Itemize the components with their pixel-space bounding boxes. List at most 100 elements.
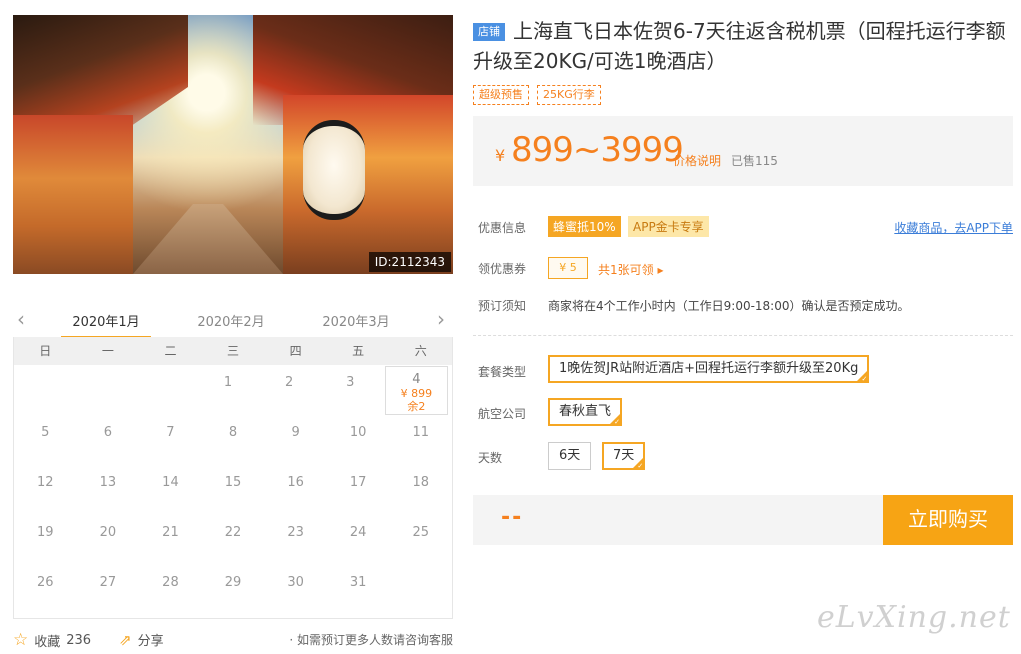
calendar-day: 29: [224, 575, 242, 590]
favorite-app-link[interactable]: 收藏商品，去APP下单: [894, 219, 1013, 236]
calendar-day: 11: [412, 425, 430, 440]
star-icon: ☆: [13, 630, 29, 650]
package-label: 套餐类型: [478, 365, 527, 379]
coupon-claim-link[interactable]: 共1张可领 ▸: [598, 261, 663, 278]
calendar-day: 10: [349, 425, 367, 440]
favorite-count: 236: [66, 632, 92, 648]
calendar-weekday-header: 日 一 二 三 四 五 六: [14, 337, 452, 365]
weekday-label: 二: [164, 344, 177, 358]
calendar-day: 15: [224, 475, 242, 490]
calendar-day: 21: [162, 525, 179, 540]
tab-month-3[interactable]: 2020年3月: [311, 311, 401, 330]
sold-count: 已售115: [731, 154, 778, 168]
promo-honey-badge: 蜂蜜抵10%: [548, 216, 621, 237]
calendar-day: 7: [166, 425, 175, 440]
calendar-day: 14: [162, 475, 179, 490]
calendar-week: 12 13 14 15 16 17 18: [14, 465, 452, 515]
package-option[interactable]: 1晚佐贺JR站附近酒店+回程托运行李额升级至20Kg: [548, 355, 870, 383]
photo-lantern: [303, 120, 365, 220]
calendar-day: 1: [223, 375, 233, 390]
left-footer: ☆ 收藏 236 ⇗ 分享 · 如需预订更多人数请咨询客服: [13, 630, 453, 650]
days-label: 天数: [478, 451, 503, 465]
promo-label: 优惠信息: [478, 221, 527, 235]
calendar-day: 17: [349, 475, 367, 490]
promo-app-badge: APP金卡专享: [628, 216, 709, 237]
photo-stall-left: [13, 115, 133, 274]
calendar-day: 31: [349, 575, 367, 590]
chevron-left-icon[interactable]: ‹: [17, 309, 25, 329]
calendar-day: 6: [103, 425, 112, 440]
currency-symbol: ¥: [495, 146, 506, 165]
calendar-week: 5 6 7 8 9 10 11: [14, 415, 452, 465]
calendar-day: [136, 365, 197, 415]
calendar-grid: 日 一 二 三 四 五 六 1 2 3 4 ¥ 899 余2 5 6 7 8 9…: [13, 337, 453, 619]
notice-text: 商家将在4个工作小时内（工作日9:00-18:00）确认是否预定成功。: [548, 299, 910, 313]
price-panel: ¥ 899~3999 价格说明 已售115: [473, 116, 1013, 186]
favorite-label: 收藏: [34, 634, 61, 650]
calendar-day: 25: [412, 525, 430, 540]
chevron-right-icon[interactable]: ›: [437, 309, 445, 329]
weekday-label: 五: [352, 344, 365, 358]
calendar-day: 18: [412, 475, 430, 490]
calendar-day: 19: [37, 525, 54, 540]
product-tags: 超级预售 25KG行李: [473, 85, 601, 105]
calendar-week: 19 20 21 22 23 24 25: [14, 515, 452, 565]
calendar-week: 1 2 3 4 ¥ 899 余2: [14, 365, 452, 415]
calendar-day: [14, 365, 75, 415]
calendar-day: 28: [162, 575, 179, 590]
calendar-day: 24: [349, 525, 367, 540]
share-icon: ⇗: [119, 630, 132, 649]
airline-option[interactable]: 春秋直飞: [548, 398, 623, 426]
calendar-day: 8: [228, 425, 238, 440]
calendar-day: 26: [37, 575, 54, 590]
calendar-day-remaining: 余2: [407, 400, 426, 413]
share-label: 分享: [137, 634, 164, 649]
calendar-day-available[interactable]: 4 ¥ 899 余2: [384, 366, 448, 415]
price-explain-link[interactable]: 价格说明: [673, 152, 721, 169]
service-note: · 如需预订更多人数请咨询客服: [289, 633, 453, 647]
weekday-label: 日: [39, 344, 52, 358]
days-option-6[interactable]: 6天: [548, 442, 592, 470]
airline-label: 航空公司: [478, 407, 527, 421]
notice-label: 预订须知: [478, 299, 527, 313]
photo-path: [133, 204, 283, 274]
weekday-label: 四: [289, 344, 302, 358]
tab-month-1[interactable]: 2020年1月: [61, 311, 151, 339]
product-title-text: 上海直飞日本佐贺6-7天往返含税机票（回程托运行李额升级至20KG/可选1晚酒店…: [473, 19, 1006, 73]
weekday-label: 一: [101, 344, 114, 358]
calendar-day: [389, 565, 452, 615]
weekday-label: 六: [414, 344, 427, 358]
calendar-day: 5: [41, 425, 50, 440]
product-photo: ID:2112343: [13, 15, 453, 274]
days-option-7[interactable]: 7天: [602, 442, 646, 470]
coupon-label: 领优惠券: [478, 262, 527, 276]
calendar-week: 26 27 28 29 30 31: [14, 565, 452, 615]
calendar-day: 12: [37, 475, 54, 490]
weekday-label: 三: [227, 344, 240, 358]
favorite-button[interactable]: ☆ 收藏 236: [13, 630, 91, 650]
calendar-day: 16: [287, 475, 304, 490]
tab-month-2[interactable]: 2020年2月: [186, 311, 276, 330]
calendar-day: 27: [99, 575, 117, 590]
tag-luggage: 25KG行李: [537, 85, 601, 105]
calendar-day: 3: [346, 375, 355, 390]
coupon-ticket[interactable]: ¥ 5: [548, 257, 588, 279]
shop-badge[interactable]: 店铺: [473, 23, 505, 41]
tag-presale: 超级预售: [473, 85, 529, 105]
total-price: --: [501, 505, 524, 530]
buy-now-button[interactable]: 立即购买: [883, 495, 1013, 545]
share-button[interactable]: ⇗ 分享: [119, 630, 164, 650]
calendar-day: 30: [287, 575, 304, 590]
calendar-day: 2: [284, 375, 294, 390]
calendar-day: 22: [224, 525, 242, 540]
calendar-month-nav: ‹ 2020年1月 2020年2月 2020年3月 ›: [13, 305, 453, 339]
product-title: 店铺 上海直飞日本佐贺6-7天往返含税机票（回程托运行李额升级至20KG/可选1晚…: [473, 16, 1013, 76]
calendar-day: 9: [291, 425, 300, 440]
price-range: 899~3999: [511, 130, 684, 170]
calendar-day: [75, 365, 136, 415]
calendar-day: 20: [99, 525, 117, 540]
watermark: eLvXing.net: [817, 600, 1011, 635]
image-id-tag: ID:2112343: [368, 252, 451, 272]
calendar-day: 13: [99, 475, 117, 490]
calendar-day: 23: [287, 525, 304, 540]
